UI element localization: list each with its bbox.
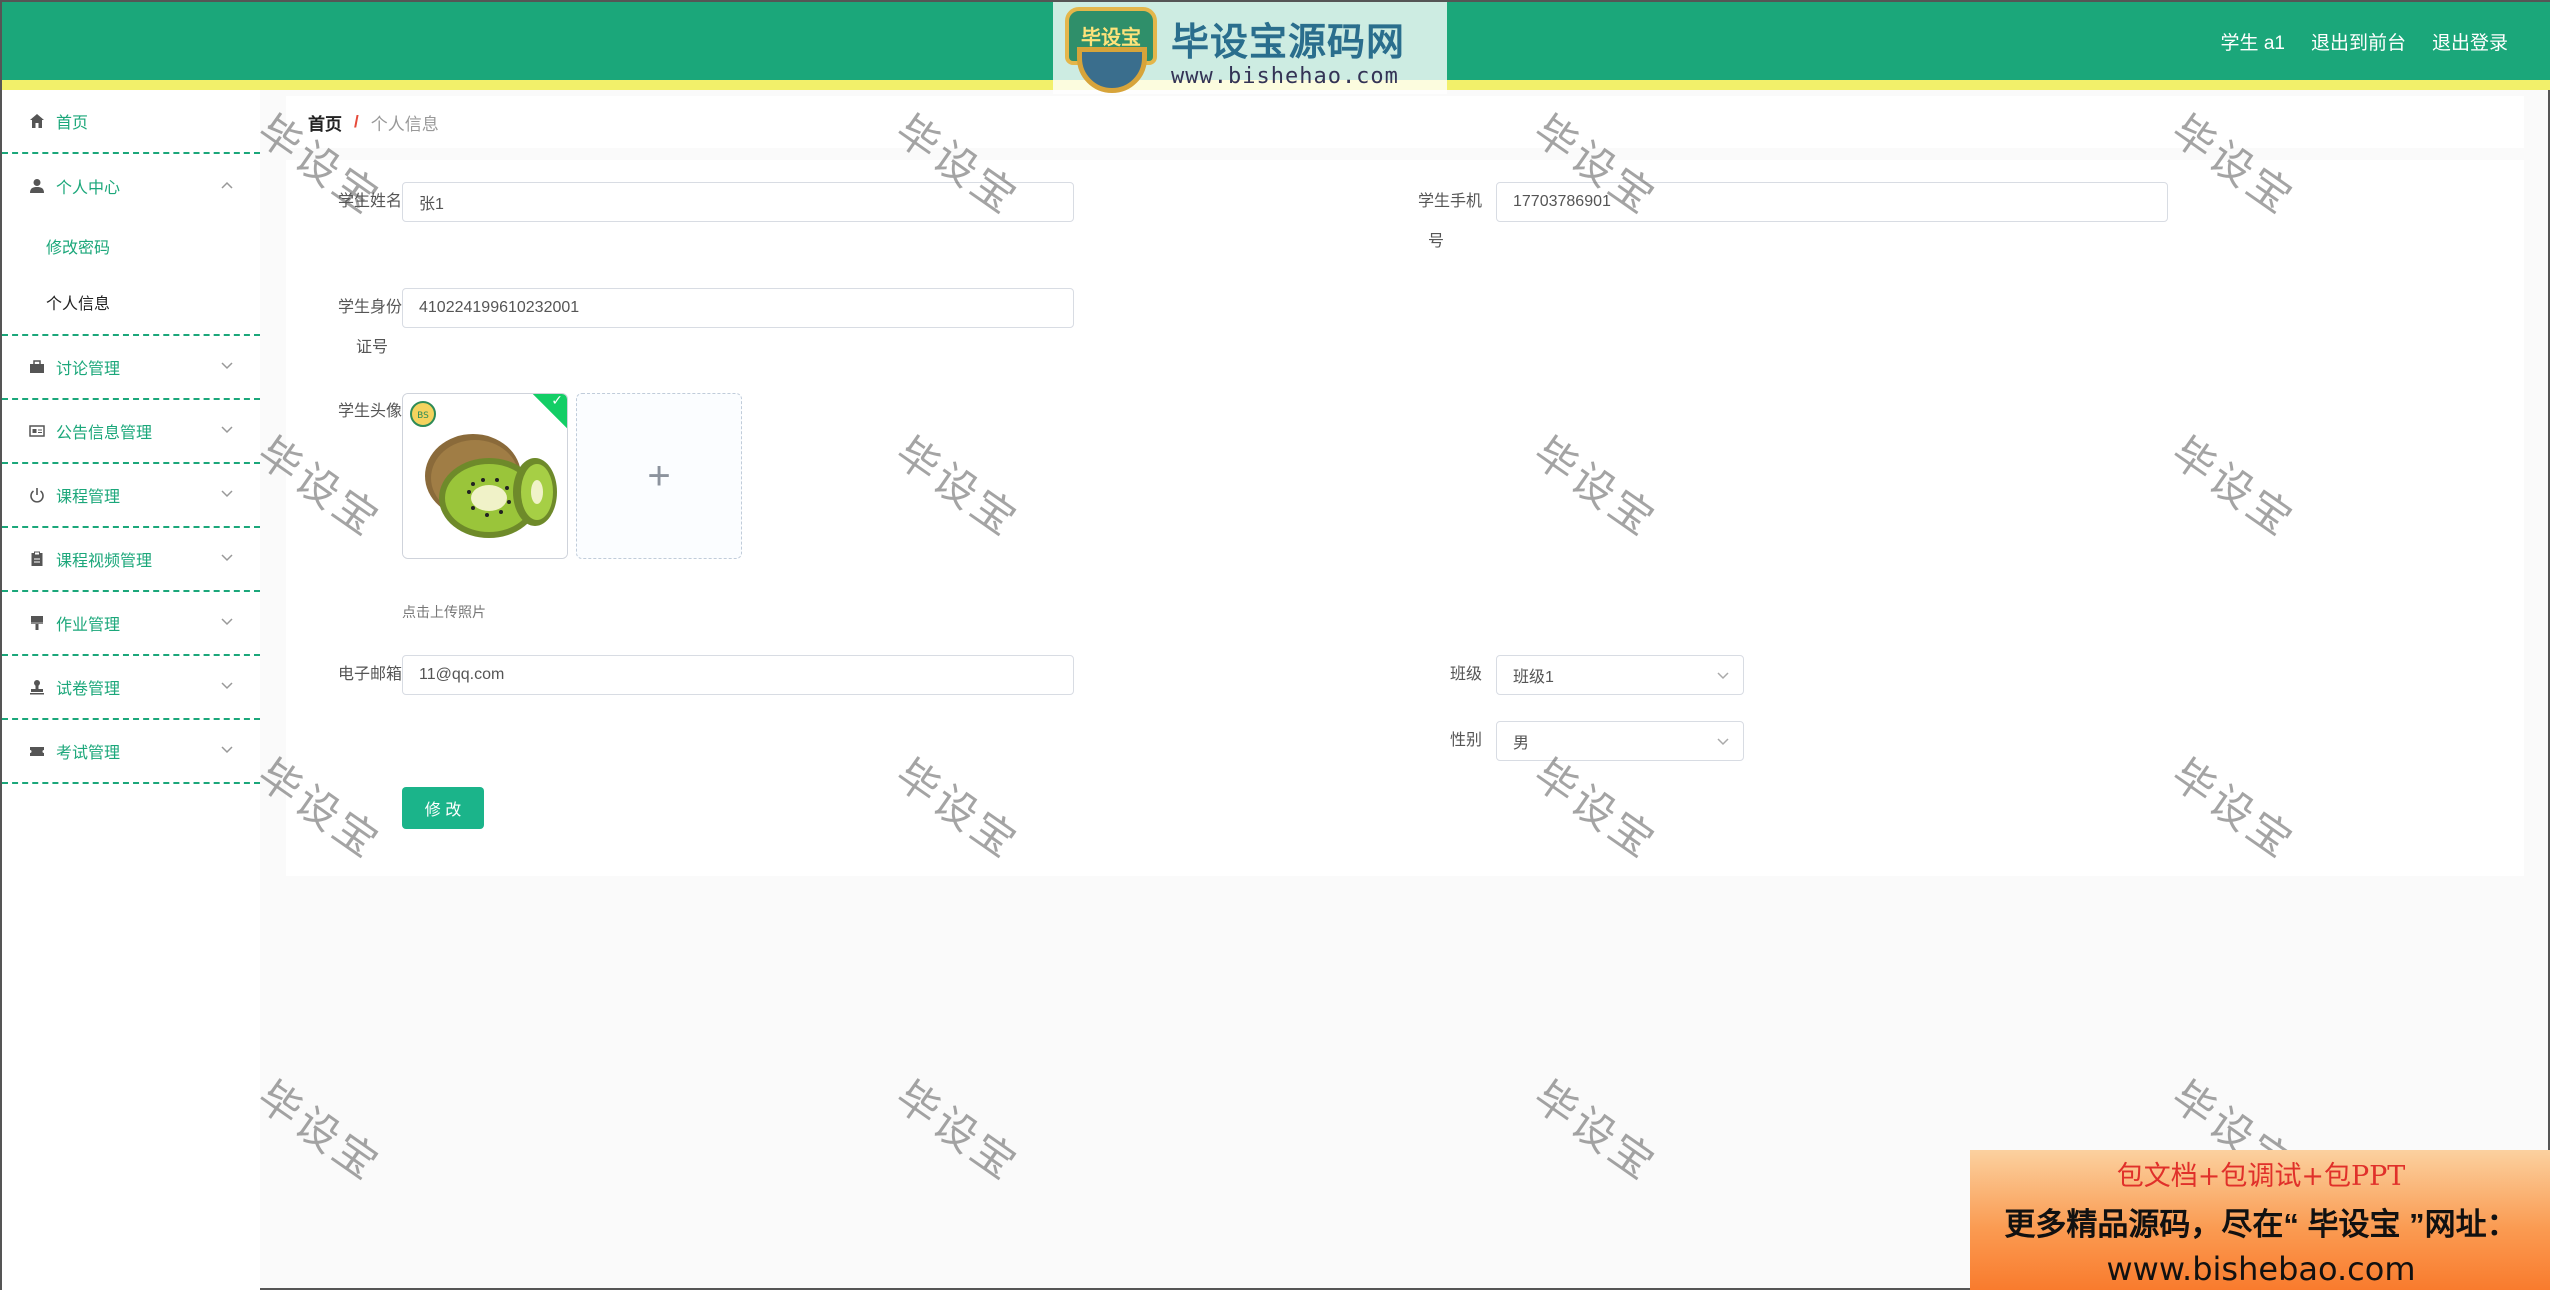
chevron-down-icon: [220, 423, 234, 437]
logout-link[interactable]: 退出登录: [2432, 28, 2508, 55]
chevron-down-icon: [220, 743, 234, 757]
sidebar-item-personal-info[interactable]: 个人信息: [2, 274, 260, 330]
idcard-input[interactable]: 410224199610232001: [402, 288, 1074, 328]
sidebar-item-exam-paper[interactable]: 试卷管理: [2, 656, 260, 720]
sidebar-item-course-video[interactable]: 课程视频管理: [2, 528, 260, 592]
check-icon: ✓: [551, 393, 564, 409]
breadcrumb-current: 个人信息: [370, 114, 439, 134]
sidebar-item-discussion[interactable]: 讨论管理: [2, 336, 260, 400]
idcard-label: 学生身份: [337, 299, 402, 316]
class-selected-value: 班级1: [1513, 669, 1554, 686]
watermark: 毕设宝: [1524, 1071, 1666, 1191]
watermark: 毕设宝: [248, 1071, 390, 1191]
kiwi-image: BS: [403, 394, 567, 558]
sidebar-item-label: 考试管理: [56, 745, 121, 762]
site-logo: 毕设宝 毕设宝源码网 www.bishehao.com: [1053, 2, 1447, 94]
stamp-icon: [28, 678, 46, 696]
promo-line-2: 更多精品源码，尽在“ 毕设宝 ”网址：: [2004, 1207, 2518, 1242]
name-label: 学生姓名: [337, 193, 402, 210]
current-user: 学生 a1: [2220, 33, 2285, 54]
sidebar-item-label: 公告信息管理: [56, 425, 153, 442]
sidebar-item-home[interactable]: 首页: [2, 90, 260, 154]
submenu-personal-center: 修改密码 个人信息: [2, 218, 260, 336]
email-input[interactable]: 11@qq.com: [402, 655, 1074, 695]
logo-badge-icon: 毕设宝: [1059, 3, 1165, 97]
sidebar-item-notice[interactable]: 公告信息管理: [2, 400, 260, 464]
sidebar-item-change-password[interactable]: 修改密码: [2, 218, 260, 274]
chevron-down-icon: [220, 359, 234, 373]
logo-url: www.bishehao.com: [1171, 64, 1399, 89]
chevron-down-icon: [220, 679, 234, 693]
gender-selected-value: 男: [1513, 735, 1530, 752]
sidebar-item-label: 讨论管理: [56, 361, 121, 378]
breadcrumb-home[interactable]: 首页: [308, 110, 342, 135]
avatar-label: 学生头像: [337, 403, 402, 420]
user-menu: 学生 a1 退出到前台 退出登录: [2221, 28, 2508, 55]
logo-title: 毕设宝源码网: [1171, 20, 1406, 64]
sidebar-item-label: 首页: [56, 115, 89, 132]
sidebar-item-homework[interactable]: 作业管理: [2, 592, 260, 656]
phone-label: 学生手机: [1417, 193, 1482, 210]
phone-label-cont: 号: [1427, 233, 1444, 250]
sidebar-item-course[interactable]: 课程管理: [2, 464, 260, 528]
id-card-icon: [28, 422, 46, 440]
chevron-down-icon: [220, 615, 234, 629]
promo-banner: 包文档+包调试+包PPT 更多精品源码，尽在“ 毕设宝 ”网址： www.bis…: [1970, 1150, 2550, 1290]
avatar-thumbnail[interactable]: BS ✓: [402, 393, 568, 559]
sidebar-item-label: 课程管理: [56, 489, 121, 506]
brush-icon: [28, 614, 46, 632]
sidebar: 首页 个人中心 修改密码 个人信息 讨论管理 公告信息管理 课程管理 课程视频管…: [2, 90, 260, 1290]
promo-url: www.bishebao.com: [2106, 1250, 2416, 1288]
gender-label: 性别: [1449, 732, 1482, 749]
name-input[interactable]: 张1: [402, 182, 1074, 222]
breadcrumb: 首页 / 个人信息: [286, 96, 2524, 148]
modify-button[interactable]: 修 改: [402, 787, 484, 829]
chevron-down-icon: [1717, 734, 1729, 749]
promo-line-1: 包文档+包调试+包PPT: [2116, 1161, 2406, 1192]
home-icon: [28, 112, 46, 130]
chevron-down-icon: [220, 551, 234, 565]
phone-input[interactable]: 17703786901: [1496, 182, 2168, 222]
class-select[interactable]: 班级1: [1496, 655, 1744, 695]
sidebar-item-personal-center[interactable]: 个人中心: [2, 154, 260, 218]
gender-select[interactable]: 男: [1496, 721, 1744, 761]
plus-icon: +: [647, 453, 671, 498]
breadcrumb-separator: /: [354, 112, 359, 131]
idcard-label-cont: 证号: [355, 339, 388, 356]
upload-hint: 点击上传照片: [402, 604, 486, 620]
chevron-down-icon: [1717, 668, 1729, 683]
user-icon: [28, 177, 46, 195]
sidebar-item-label: 作业管理: [56, 617, 121, 634]
sidebar-item-label: 课程视频管理: [56, 553, 153, 570]
back-to-front-link[interactable]: 退出到前台: [2311, 28, 2406, 55]
sidebar-item-label: 试卷管理: [56, 681, 121, 698]
power-icon: [28, 486, 46, 504]
chevron-down-icon: [220, 487, 234, 501]
watermark: 毕设宝: [886, 1071, 1028, 1191]
clipboard-icon: [28, 550, 46, 568]
email-label: 电子邮箱: [337, 666, 402, 683]
chevron-up-icon: [220, 178, 234, 192]
class-label: 班级: [1449, 666, 1482, 683]
sidebar-item-exam[interactable]: 考试管理: [2, 720, 260, 784]
svg-text:BS: BS: [417, 411, 429, 421]
briefcase-icon: [28, 358, 46, 376]
sidebar-item-label: 个人中心: [56, 180, 121, 197]
avatar-upload-button[interactable]: +: [576, 393, 742, 559]
ticket-icon: [28, 742, 46, 760]
